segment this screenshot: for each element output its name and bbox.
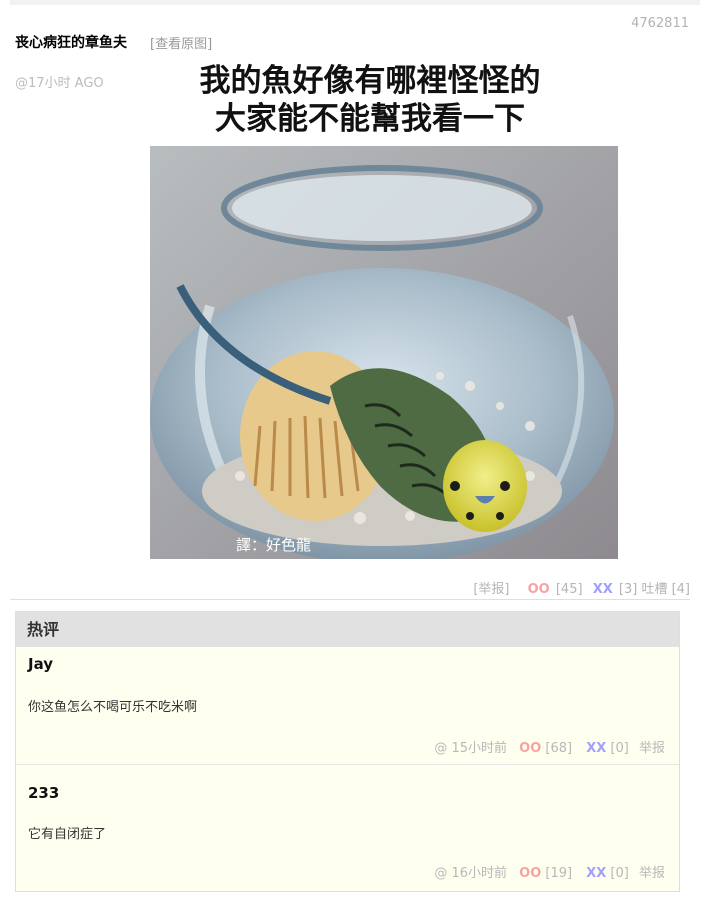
post-id: 4762811 [631,16,689,31]
comment-text: 你这鱼怎么不喝可乐不吃米啊 [28,700,198,715]
hot-comments-title: 热评 [16,612,679,647]
oo-vote-button[interactable]: OO [528,582,550,597]
comment-text: 它有自闭症了 [28,827,107,842]
xx-count: [0] [610,866,629,881]
top-strip [10,0,700,5]
divider [10,599,690,600]
reply-at-button[interactable]: @ [434,741,447,756]
meme-caption-line-1: 我的魚好像有哪裡怪怪的 [199,63,541,99]
xx-vote-button[interactable]: XX [586,866,606,881]
xx-count: [0] [610,741,629,756]
oo-vote-button[interactable]: OO [519,741,541,756]
budgie-photo: 譯：好色龍 [150,146,618,559]
meme-watermark: 譯：好色龍 [236,536,311,554]
tucao-link[interactable]: 吐槽 [4] [641,582,690,597]
meme-caption: 我的魚好像有哪裡怪怪的 大家能不能幫我看一下 [150,62,590,138]
post-time: @17小时 AGO [15,76,104,91]
comment-time: 15小时前 [451,741,508,756]
report-link[interactable]: 举报 [639,866,665,881]
report-link[interactable]: [举报] [473,582,509,597]
comment-item: 233 它有自闭症了 @ 16小时前 OO [19] XX [0] 举报 [16,764,679,891]
view-original-link[interactable]: [查看原图] [150,33,212,52]
xx-vote-button[interactable]: XX [593,582,613,597]
meme-image: 我的魚好像有哪裡怪怪的 大家能不能幫我看一下 譯：好色龍 [150,56,618,559]
post-vote-bar: [举报] OO [45] XX [3] 吐槽 [4] [473,578,690,597]
comment-item: Jay 你这鱼怎么不喝可乐不吃米啊 @ 15小时前 OO [68] XX [0]… [16,647,679,764]
comment-time: 16小时前 [451,866,508,881]
oo-count: [19] [545,866,573,881]
oo-count: [45] [555,582,583,597]
xx-vote-button[interactable]: XX [586,741,606,756]
oo-count: [68] [545,741,573,756]
comment-author: Jay [28,655,54,673]
fishbowl-illustration: 譯：好色龍 [150,146,618,559]
post-author: 丧心病狂的章鱼夫 [15,35,127,51]
reply-at-button[interactable]: @ [434,866,447,881]
xx-count: [3] [618,582,638,597]
comment-meta: @ 16小时前 OO [19] XX [0] 举报 [434,862,665,881]
report-link[interactable]: 举报 [639,741,665,756]
meme-caption-line-2: 大家能不能幫我看一下 [215,101,525,137]
comment-meta: @ 15小时前 OO [68] XX [0] 举报 [434,737,665,756]
comment-author: 233 [28,784,60,802]
hot-comments-panel: 热评 Jay 你这鱼怎么不喝可乐不吃米啊 @ 15小时前 OO [68] XX … [15,611,680,892]
oo-vote-button[interactable]: OO [519,866,541,881]
